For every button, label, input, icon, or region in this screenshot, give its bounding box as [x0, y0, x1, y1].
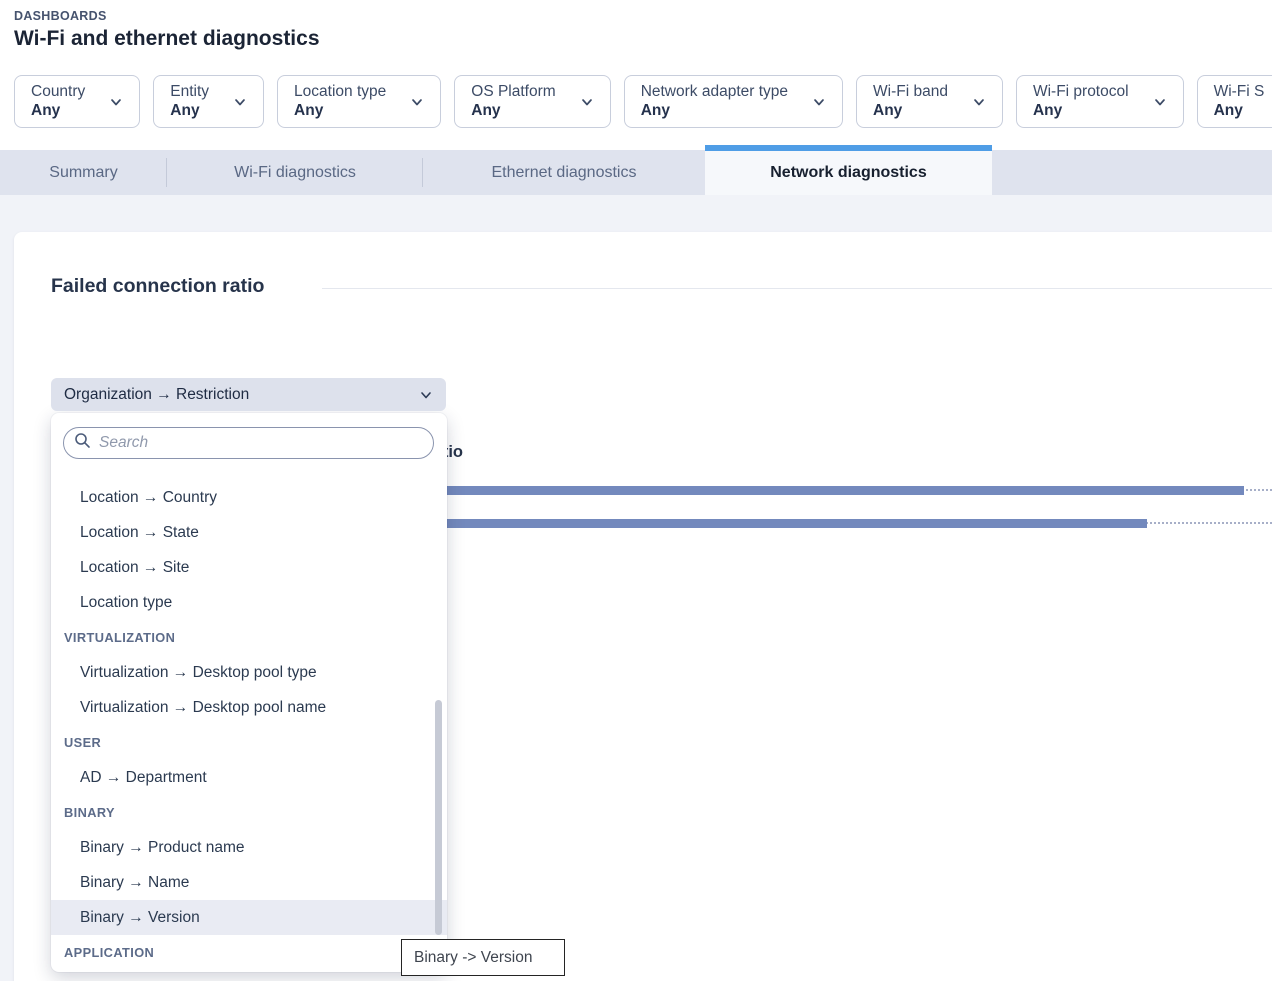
filter-label: Wi-Fi S [1214, 83, 1265, 101]
scrollbar-thumb[interactable] [435, 700, 442, 935]
dropdown-option[interactable]: Binary → Product name [51, 830, 447, 865]
chevron-down-icon [972, 95, 986, 109]
chevron-down-icon [1153, 95, 1167, 109]
breadcrumb: DASHBOARDS [14, 9, 107, 23]
filter-pill-entity[interactable]: EntityAny [153, 75, 264, 128]
tab-label: Wi-Fi diagnostics [234, 164, 356, 181]
page-title: Wi-Fi and ethernet diagnostics [14, 27, 320, 51]
filter-pill-location-type[interactable]: Location typeAny [277, 75, 441, 128]
filter-pill-os-platform[interactable]: OS PlatformAny [454, 75, 610, 128]
filter-label: Location type [294, 83, 386, 101]
filter-label: Country [31, 83, 85, 101]
panel-title-rule [322, 288, 1272, 289]
failed-connection-ratio-panel: Failed connection ratio Failed connectio… [14, 232, 1272, 981]
dropdown-section-header: BINARY [51, 795, 447, 830]
dropdown-option[interactable]: Virtualization → Desktop pool type [51, 655, 447, 690]
filter-value: Any [170, 102, 209, 120]
dropdown-search[interactable] [63, 427, 434, 459]
dropdown-option[interactable]: Location → State [51, 515, 447, 550]
panel-title: Failed connection ratio [51, 275, 264, 298]
filter-value: Any [471, 102, 555, 120]
breakdown-select[interactable]: Organization → Restriction [51, 378, 446, 411]
tooltip-text: Binary -> Version [414, 949, 532, 967]
dropdown-option[interactable]: Location type [51, 585, 447, 620]
filter-label: Wi-Fi protocol [1033, 83, 1129, 101]
dropdown-section-header: VIRTUALIZATION [51, 620, 447, 655]
filter-pill-country[interactable]: CountryAny [14, 75, 140, 128]
filter-label: Entity [170, 83, 209, 101]
chevron-down-icon [812, 95, 826, 109]
filter-pill-wifi-protocol[interactable]: Wi-Fi protocolAny [1016, 75, 1184, 128]
search-icon [74, 432, 91, 454]
filter-value: Any [1214, 102, 1265, 120]
filter-pill-network-adapter-type[interactable]: Network adapter typeAny [624, 75, 843, 128]
dropdown-option[interactable]: AD → Department [51, 760, 447, 795]
tab-label: Network diagnostics [770, 164, 926, 181]
filter-pill-wifi-s-truncated[interactable]: Wi-Fi SAny [1197, 75, 1272, 128]
dropdown-section-header: APPLICATION [51, 935, 447, 970]
filter-value: Any [641, 102, 788, 120]
chevron-down-icon [410, 95, 424, 109]
breakdown-selected-value: Organization → Restriction [64, 386, 419, 404]
tab-label: Ethernet diagnostics [492, 164, 637, 181]
chevron-down-icon [419, 388, 433, 402]
tab-label: Summary [49, 164, 117, 181]
filter-value: Any [1033, 102, 1129, 120]
filter-pill-wifi-band[interactable]: Wi-Fi bandAny [856, 75, 1003, 128]
filter-value: Any [294, 102, 386, 120]
dropdown-option[interactable]: Virtualization → Desktop pool name [51, 690, 447, 725]
search-input[interactable] [99, 434, 423, 452]
dropdown-section-header: USER [51, 725, 447, 760]
chevron-down-icon [233, 95, 247, 109]
tab-wifi-diagnostics[interactable]: Wi-Fi diagnostics [167, 150, 423, 195]
dropdown-option[interactable]: Binary → Name [51, 865, 447, 900]
main-content: Failed connection ratio Failed connectio… [0, 195, 1272, 981]
filter-value: Any [873, 102, 948, 120]
dropdown-options-list: Location → Country Location → State Loca… [51, 480, 447, 970]
tab-bar: Summary Wi-Fi diagnostics Ethernet diagn… [0, 150, 1272, 195]
filter-label: Network adapter type [641, 83, 788, 101]
filter-bar: CountryAny EntityAny Location typeAny OS… [14, 75, 1272, 131]
tab-ethernet-diagnostics[interactable]: Ethernet diagnostics [423, 150, 705, 195]
hover-tooltip: Binary -> Version [401, 939, 565, 976]
chevron-down-icon [580, 95, 594, 109]
dropdown-option-hovered[interactable]: Binary → Version [51, 900, 447, 935]
filter-value: Any [31, 102, 85, 120]
filter-label: OS Platform [471, 83, 555, 101]
filter-label: Wi-Fi band [873, 83, 948, 101]
tab-summary[interactable]: Summary [0, 150, 167, 195]
dropdown-option[interactable]: Location → Site [51, 550, 447, 585]
chevron-down-icon [109, 95, 123, 109]
breakdown-dropdown-panel: Location → Country Location → State Loca… [51, 413, 447, 972]
tab-network-diagnostics[interactable]: Network diagnostics [705, 150, 992, 195]
dropdown-option[interactable]: Location → Country [51, 480, 447, 515]
